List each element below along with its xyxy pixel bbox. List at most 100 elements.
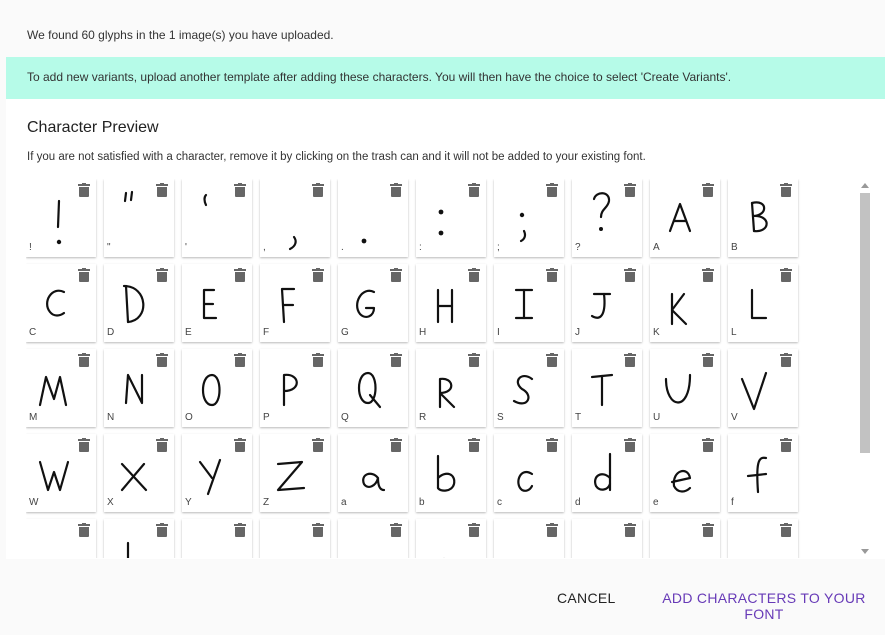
- trash-icon[interactable]: [390, 523, 402, 537]
- glyph-label: .: [341, 242, 344, 253]
- trash-icon[interactable]: [780, 438, 792, 452]
- trash-icon[interactable]: [390, 183, 402, 197]
- trash-icon[interactable]: [624, 523, 636, 537]
- trash-icon[interactable]: [156, 183, 168, 197]
- trash-icon[interactable]: [624, 183, 636, 197]
- trash-icon[interactable]: [78, 353, 90, 367]
- trash-icon[interactable]: [312, 183, 324, 197]
- glyph-label: K: [653, 327, 660, 338]
- trash-icon[interactable]: [156, 268, 168, 282]
- trash-icon[interactable]: [702, 523, 714, 537]
- scroll-up-arrow-icon[interactable]: [861, 183, 869, 188]
- trash-icon[interactable]: [78, 183, 90, 197]
- trash-icon[interactable]: [702, 183, 714, 197]
- glyph-tile: ": [104, 179, 174, 257]
- trash-icon[interactable]: [624, 268, 636, 282]
- trash-icon[interactable]: [234, 268, 246, 282]
- trash-icon[interactable]: [390, 353, 402, 367]
- glyph-tile: .: [338, 179, 408, 257]
- glyph-tile: O: [182, 349, 252, 427]
- trash-icon[interactable]: [390, 268, 402, 282]
- glyph-tile: ;: [494, 179, 564, 257]
- trash-icon[interactable]: [468, 183, 480, 197]
- trash-icon[interactable]: [234, 523, 246, 537]
- trash-icon[interactable]: [312, 353, 324, 367]
- trash-icon[interactable]: [702, 438, 714, 452]
- glyph-tile: D: [104, 264, 174, 342]
- trash-icon[interactable]: [312, 268, 324, 282]
- glyph-tile: e: [650, 434, 720, 512]
- glyph-tile: h: [104, 519, 174, 558]
- glyph-label: J: [575, 327, 580, 338]
- glyph-tile: l: [416, 519, 486, 558]
- trash-icon[interactable]: [234, 438, 246, 452]
- trash-icon[interactable]: [468, 268, 480, 282]
- trash-icon[interactable]: [234, 353, 246, 367]
- glyph-count-text: We found 60 glyphs in the 1 image(s) you…: [27, 28, 334, 42]
- glyph-tile: C: [26, 264, 96, 342]
- glyph-tile: P: [260, 349, 330, 427]
- scrollbar-track[interactable]: [860, 193, 870, 544]
- trash-icon[interactable]: [780, 353, 792, 367]
- variants-info-banner: To add new variants, upload another temp…: [6, 57, 885, 99]
- trash-icon[interactable]: [312, 523, 324, 537]
- cancel-button[interactable]: CANCEL: [557, 590, 616, 606]
- trash-icon[interactable]: [156, 353, 168, 367]
- trash-icon[interactable]: [780, 183, 792, 197]
- glyph-label: Z: [263, 497, 270, 508]
- trash-icon[interactable]: [546, 268, 558, 282]
- glyph-tile: K: [650, 264, 720, 342]
- glyph-tile: ': [182, 179, 252, 257]
- glyph-label: a: [341, 497, 347, 508]
- trash-icon[interactable]: [390, 438, 402, 452]
- scroll-down-arrow-icon[interactable]: [861, 549, 869, 554]
- glyph-tile: E: [182, 264, 252, 342]
- glyph-label: :: [419, 242, 422, 253]
- trash-icon[interactable]: [78, 523, 90, 537]
- trash-icon[interactable]: [702, 268, 714, 282]
- glyph-tile: B: [728, 179, 798, 257]
- variants-info-text: To add new variants, upload another temp…: [27, 70, 732, 84]
- glyph-label: f: [731, 497, 734, 508]
- glyph-tile: a: [338, 434, 408, 512]
- trash-icon[interactable]: [312, 438, 324, 452]
- trash-icon[interactable]: [78, 268, 90, 282]
- glyph-label: O: [185, 412, 193, 423]
- trash-icon[interactable]: [546, 183, 558, 197]
- trash-icon[interactable]: [156, 438, 168, 452]
- trash-icon[interactable]: [546, 523, 558, 537]
- trash-icon[interactable]: [624, 353, 636, 367]
- glyph-label: L: [731, 327, 737, 338]
- glyph-label: F: [263, 327, 270, 338]
- glyph-grid-scrollbar[interactable]: [858, 179, 872, 558]
- trash-icon[interactable]: [780, 268, 792, 282]
- trash-icon[interactable]: [780, 523, 792, 537]
- trash-icon[interactable]: [624, 438, 636, 452]
- glyph-label: ,: [263, 242, 266, 253]
- add-characters-button[interactable]: ADD CHARACTERS TO YOUR FONT: [643, 590, 885, 622]
- glyph-label: H: [419, 327, 427, 338]
- trash-icon[interactable]: [546, 438, 558, 452]
- glyph-tile: j: [260, 519, 330, 558]
- glyph-label: ;: [497, 242, 500, 253]
- glyph-label: ": [107, 242, 111, 253]
- glyph-label: E: [185, 327, 192, 338]
- glyph-label: B: [731, 242, 738, 253]
- glyph-tile: F: [260, 264, 330, 342]
- trash-icon[interactable]: [468, 438, 480, 452]
- glyph-label: c: [497, 497, 502, 508]
- trash-icon[interactable]: [468, 523, 480, 537]
- trash-icon[interactable]: [78, 438, 90, 452]
- glyph-tile: p: [728, 519, 798, 558]
- glyph-grid-viewport[interactable]: ! " ',.:;? A B C D E F G H I J K L M N O P Q R S T U V W X Y Za b c d e f…: [26, 179, 806, 558]
- trash-icon[interactable]: [546, 353, 558, 367]
- scrollbar-thumb[interactable]: [860, 193, 870, 453]
- glyph-tile: ?: [572, 179, 642, 257]
- trash-icon[interactable]: [156, 523, 168, 537]
- trash-icon[interactable]: [234, 183, 246, 197]
- glyph-tile: g: [26, 519, 96, 558]
- trash-icon[interactable]: [702, 353, 714, 367]
- glyph-label: C: [29, 327, 37, 338]
- glyph-tile: J: [572, 264, 642, 342]
- trash-icon[interactable]: [468, 353, 480, 367]
